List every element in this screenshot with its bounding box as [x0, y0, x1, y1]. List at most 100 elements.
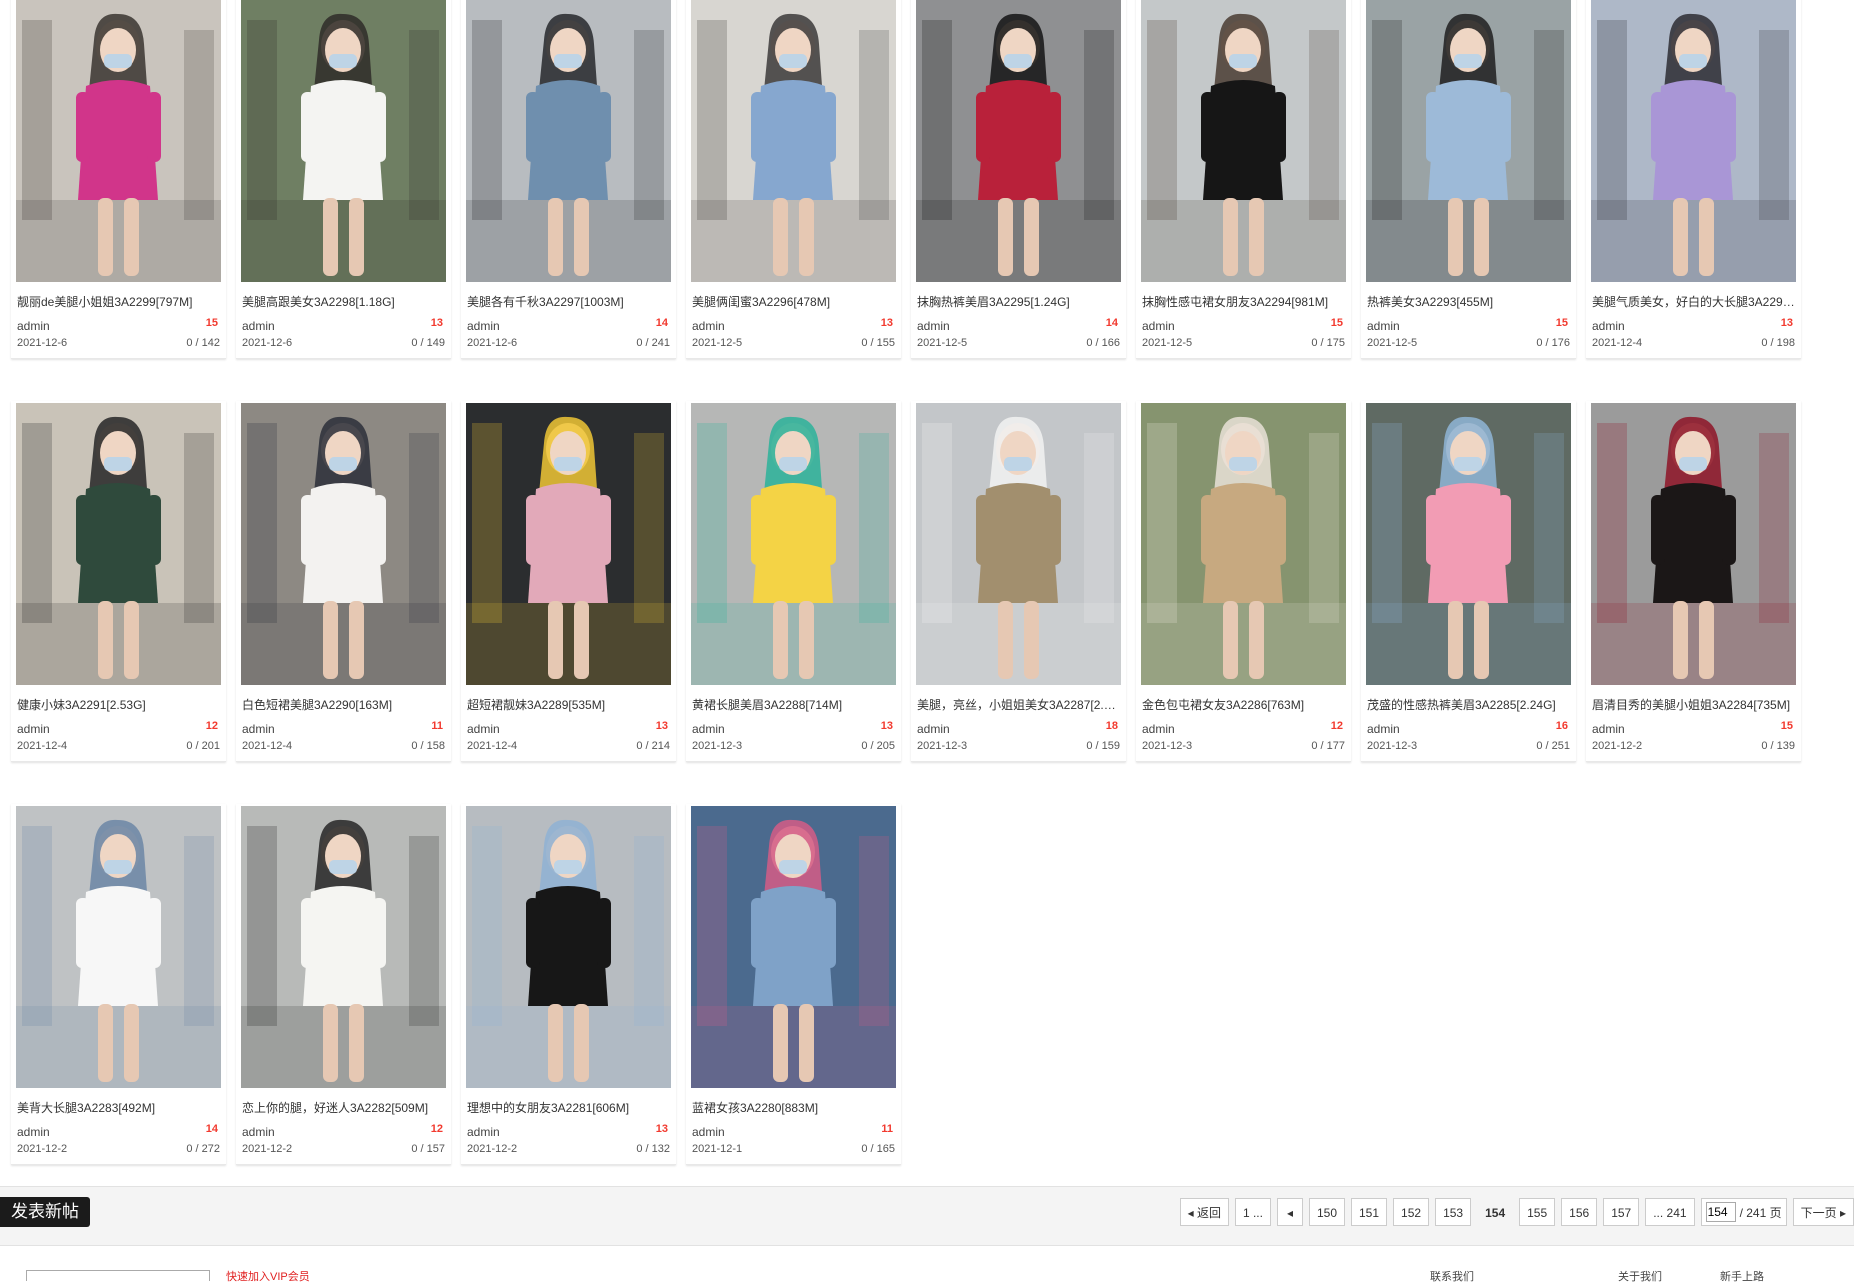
thread-author[interactable]: admin — [17, 318, 50, 334]
page-link[interactable]: 150 — [1308, 1198, 1345, 1226]
page-link[interactable]: 152 — [1393, 1198, 1430, 1226]
thread-title[interactable]: 美腿气质美女，好白的大长腿3A2292[1.01G] — [1592, 294, 1796, 310]
thread-title[interactable]: 恋上你的腿，好迷人3A2282[509M] — [242, 1100, 446, 1116]
thread-author[interactable]: admin — [242, 721, 275, 737]
thread-card[interactable]: 恋上你的腿，好迷人3A2282[509M] admin 12 2021-12-2 0 /… — [236, 804, 451, 1165]
thread-card[interactable]: 美腿俩闺蜜3A2296[478M] admin 13 2021-12-5 0 / 155 — [686, 0, 901, 359]
thread-title[interactable]: 美腿各有千秋3A2297[1003M] — [467, 294, 671, 310]
thread-author[interactable]: admin — [467, 721, 500, 737]
thread-thumbnail[interactable] — [1141, 0, 1346, 282]
thread-thumbnail[interactable] — [16, 806, 221, 1088]
thread-thumbnail[interactable] — [691, 403, 896, 685]
thread-author[interactable]: admin — [467, 1124, 500, 1140]
thread-card[interactable]: 眉清目秀的美腿小姐姐3A2284[735M] admin 15 2021-12-2 0 … — [1586, 401, 1801, 762]
contact-link[interactable]: 联系我们 — [1430, 1268, 1474, 1284]
thread-date: 2021-12-3 — [917, 740, 968, 752]
thread-author[interactable]: admin — [692, 318, 725, 334]
thread-card[interactable]: 美腿高跟美女3A2298[1.18G] admin 13 2021-12-6 0 / 1… — [236, 0, 451, 359]
thread-card[interactable]: 抹胸性感屯裙女朋友3A2294[981M] admin 15 2021-12-5 0 /… — [1136, 0, 1351, 359]
thread-title[interactable]: 黄裙长腿美眉3A2288[714M] — [692, 697, 896, 713]
thread-author[interactable]: admin — [1367, 318, 1400, 334]
vip-join-link[interactable]: 快速加入VIP会员 — [226, 1268, 310, 1284]
thread-card[interactable]: 理想中的女朋友3A2281[606M] admin 13 2021-12-2 0 / 1… — [461, 804, 676, 1165]
thread-title[interactable]: 蓝裙女孩3A2280[883M] — [692, 1100, 896, 1116]
thread-thumbnail[interactable] — [16, 0, 221, 282]
thread-title[interactable]: 抹胸热裤美眉3A2295[1.24G] — [917, 294, 1121, 310]
thread-author[interactable]: admin — [17, 721, 50, 737]
thread-title[interactable]: 美腿高跟美女3A2298[1.18G] — [242, 294, 446, 310]
thread-card[interactable]: 蓝裙女孩3A2280[883M] admin 11 2021-12-1 0 / 165 — [686, 804, 901, 1165]
thread-card[interactable]: 美腿气质美女，好白的大长腿3A2292[1.01G] admin 13 2021-12… — [1586, 0, 1801, 359]
thread-card[interactable]: 靓丽de美腿小姐姐3A2299[797M] admin 15 2021-12-6 0 /… — [11, 0, 226, 359]
thread-card[interactable]: 黄裙长腿美眉3A2288[714M] admin 13 2021-12-3 0 / 20… — [686, 401, 901, 762]
thread-title[interactable]: 眉清目秀的美腿小姐姐3A2284[735M] — [1592, 697, 1796, 713]
thread-title[interactable]: 超短裙靓妹3A2289[535M] — [467, 697, 671, 713]
page-jump-input[interactable] — [1705, 1202, 1736, 1222]
thread-author[interactable]: admin — [1142, 318, 1175, 334]
about-link[interactable]: 关于我们 — [1618, 1268, 1662, 1284]
thread-thumbnail[interactable] — [241, 0, 446, 282]
thread-title[interactable]: 美背大长腿3A2283[492M] — [17, 1100, 221, 1116]
thread-thumbnail[interactable] — [1591, 403, 1796, 685]
thread-thumbnail[interactable] — [16, 403, 221, 685]
thread-author[interactable]: admin — [917, 721, 950, 737]
next-page-button[interactable]: 下一页 ▸ — [1792, 1198, 1854, 1226]
thread-title[interactable]: 茂盛的性感热裤美眉3A2285[2.24G] — [1367, 697, 1571, 713]
thread-thumbnail[interactable] — [916, 0, 1121, 282]
thread-thumbnail[interactable] — [466, 403, 671, 685]
thread-author[interactable]: admin — [1592, 721, 1625, 737]
thread-author[interactable]: admin — [692, 721, 725, 737]
newbie-link[interactable]: 新手上路 — [1720, 1268, 1764, 1284]
thread-thumbnail[interactable] — [1366, 403, 1571, 685]
thread-card[interactable]: 抹胸热裤美眉3A2295[1.24G] admin 14 2021-12-5 0 / 1… — [911, 0, 1126, 359]
thread-card[interactable]: 健康小妹3A2291[2.53G] admin 12 2021-12-4 0 / 201 — [11, 401, 226, 762]
back-button[interactable]: ◂ 返回 — [1179, 1198, 1229, 1226]
thread-title[interactable]: 理想中的女朋友3A2281[606M] — [467, 1100, 671, 1116]
thread-author[interactable]: admin — [1367, 721, 1400, 737]
page-link[interactable]: 153 — [1435, 1198, 1472, 1226]
thread-title[interactable]: 健康小妹3A2291[2.53G] — [17, 697, 221, 713]
page-link[interactable]: 157 — [1603, 1198, 1640, 1226]
thread-card[interactable]: 白色短裙美腿3A2290[163M] admin 11 2021-12-4 0 / 15… — [236, 401, 451, 762]
page-link[interactable]: 155 — [1519, 1198, 1556, 1226]
thread-title[interactable]: 美腿，亮丝，小姐姐美女3A2287[2.54G] — [917, 697, 1121, 713]
footer-search-box[interactable] — [26, 1270, 210, 1281]
page-link[interactable]: 151 — [1351, 1198, 1388, 1226]
thread-title[interactable]: 白色短裙美腿3A2290[163M] — [242, 697, 446, 713]
thread-author[interactable]: admin — [1142, 721, 1175, 737]
thread-title[interactable]: 靓丽de美腿小姐姐3A2299[797M] — [17, 294, 221, 310]
thread-title[interactable]: 热裤美女3A2293[455M] — [1367, 294, 1571, 310]
thread-title[interactable]: 金色包屯裙女友3A2286[763M] — [1142, 697, 1346, 713]
page-link[interactable]: 156 — [1561, 1198, 1598, 1226]
thread-card[interactable]: 美腿，亮丝，小姐姐美女3A2287[2.54G] admin 18 2021-12-3… — [911, 401, 1126, 762]
thread-thumbnail[interactable] — [691, 806, 896, 1088]
thread-card[interactable]: 美腿各有千秋3A2297[1003M] admin 14 2021-12-6 0 / 2… — [461, 0, 676, 359]
thread-title[interactable]: 抹胸性感屯裙女朋友3A2294[981M] — [1142, 294, 1346, 310]
thread-thumbnail[interactable] — [241, 403, 446, 685]
thread-title[interactable]: 美腿俩闺蜜3A2296[478M] — [692, 294, 896, 310]
thread-author[interactable]: admin — [1592, 318, 1625, 334]
thread-author[interactable]: admin — [242, 318, 275, 334]
thread-card[interactable]: 茂盛的性感热裤美眉3A2285[2.24G] admin 16 2021-12-3 0 … — [1361, 401, 1576, 762]
page-first[interactable]: 1 ... — [1234, 1198, 1271, 1226]
thread-author[interactable]: admin — [692, 1124, 725, 1140]
thread-author[interactable]: admin — [917, 318, 950, 334]
page-last[interactable]: ... 241 — [1645, 1198, 1695, 1226]
thread-thumbnail[interactable] — [1591, 0, 1796, 282]
thread-card[interactable]: 美背大长腿3A2283[492M] admin 14 2021-12-2 0 / 272 — [11, 804, 226, 1165]
thread-thumbnail[interactable] — [1366, 0, 1571, 282]
thread-thumbnail[interactable] — [916, 403, 1121, 685]
thread-thumbnail[interactable] — [1141, 403, 1346, 685]
thread-card[interactable]: 金色包屯裙女友3A2286[763M] admin 12 2021-12-3 0 / 1… — [1136, 401, 1351, 762]
thread-thumbnail[interactable] — [466, 806, 671, 1088]
thread-thumbnail[interactable] — [466, 0, 671, 282]
thread-card[interactable]: 超短裙靓妹3A2289[535M] admin 13 2021-12-4 0 / 214 — [461, 401, 676, 762]
thread-author[interactable]: admin — [467, 318, 500, 334]
thread-thumbnail[interactable] — [241, 806, 446, 1088]
thread-thumbnail[interactable] — [691, 0, 896, 282]
prev-page-button[interactable]: ◂ — [1276, 1198, 1303, 1226]
thread-card[interactable]: 热裤美女3A2293[455M] admin 15 2021-12-5 0 / 176 — [1361, 0, 1576, 359]
thread-author[interactable]: admin — [242, 1124, 275, 1140]
thread-author[interactable]: admin — [17, 1124, 50, 1140]
new-post-button[interactable]: 发表新帖 — [0, 1197, 90, 1227]
